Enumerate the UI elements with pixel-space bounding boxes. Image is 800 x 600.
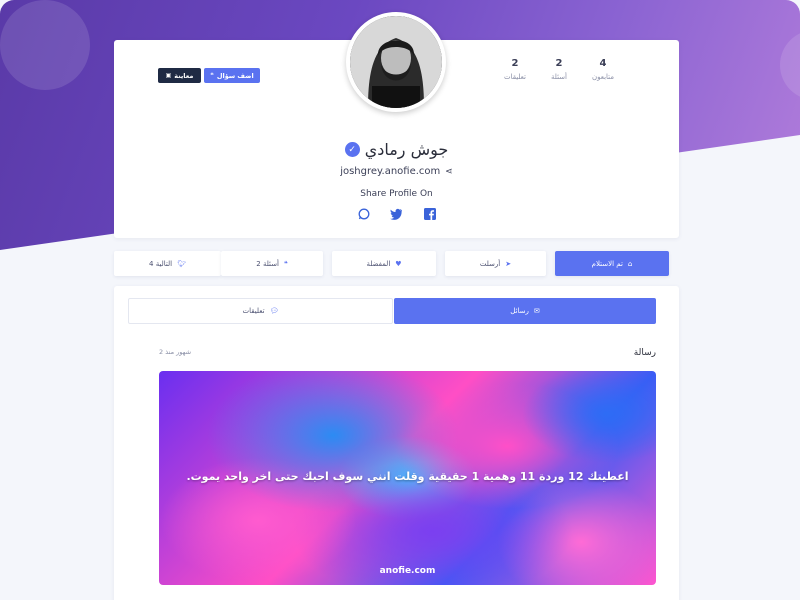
- stat-questions[interactable]: 2 أسئلة: [544, 58, 574, 81]
- stat-label: متابعون: [591, 73, 615, 81]
- twitter-icon: 🐦︎: [177, 259, 186, 268]
- tab-questions[interactable]: أسئلة 2 ❝: [221, 251, 323, 276]
- decorative-circle: [0, 0, 90, 90]
- heart-icon: ♥: [395, 259, 402, 268]
- tab-label: أرسلت: [479, 259, 501, 268]
- decorative-circle: [780, 30, 800, 100]
- ask-question-button[interactable]: ❝ اضف سؤال: [204, 68, 260, 83]
- quote-icon: ❝: [283, 259, 288, 268]
- profile-stats: 4 متابعون 2 أسئلة 2 تعليقات: [500, 58, 618, 81]
- stat-label: تعليقات: [503, 73, 527, 81]
- subtab-messages[interactable]: رسائل ✉: [394, 298, 656, 324]
- tab-following[interactable]: التالية 4 🐦︎: [114, 251, 221, 276]
- tab-sent[interactable]: أرسلت ➤: [445, 251, 546, 276]
- subtab-label: تعليقات: [242, 307, 265, 315]
- facebook-icon[interactable]: [423, 208, 436, 221]
- stat-value: 2: [555, 58, 563, 69]
- avatar: [346, 12, 446, 112]
- profile-name: جوش رمادي: [364, 140, 449, 159]
- stat-followers[interactable]: 4 متابعون: [588, 58, 618, 81]
- tab-favorites[interactable]: المفضلة ♥: [332, 251, 436, 276]
- preview-button-label: معاينة: [174, 71, 194, 80]
- avatar-photo: [350, 16, 442, 108]
- profile-name-row: ✓ جوش رمادي: [114, 140, 679, 159]
- tab-label: التالية 4: [149, 259, 173, 268]
- app-frame: ▣ معاينة ❝ اضف سؤال 4 متابعون 2 أسئلة 2 …: [0, 0, 800, 600]
- message-text: اعطيتك 12 وردة 11 وهمية 1 حقيقية وقلت ان…: [186, 470, 629, 483]
- message-brand: anofie.com: [379, 566, 436, 576]
- profile-website-row: joshgrey.anofie.com ⋖: [114, 166, 679, 177]
- tab-received[interactable]: تم الاستلام ⌂: [555, 251, 669, 276]
- twitter-icon[interactable]: [390, 208, 403, 221]
- preview-icon: ▣: [165, 72, 172, 79]
- quote-icon: ❝: [210, 72, 214, 79]
- envelope-icon: ✉: [533, 307, 540, 315]
- paper-plane-icon: ➤: [505, 259, 512, 268]
- inbox-icon: ⌂: [627, 259, 633, 268]
- stat-label: أسئلة: [551, 73, 567, 81]
- tab-label: تم الاستلام: [591, 259, 623, 268]
- verified-icon: ✓: [344, 142, 360, 157]
- whatsapp-icon[interactable]: [357, 208, 370, 221]
- preview-button[interactable]: ▣ معاينة: [158, 68, 201, 83]
- tab-label: المفضلة: [366, 259, 391, 268]
- share-icon[interactable]: ⋖: [445, 167, 453, 177]
- message-timestamp: 2 شهور منذ: [159, 348, 192, 356]
- stat-comments[interactable]: 2 تعليقات: [500, 58, 530, 81]
- comments-icon: 💬︎: [269, 307, 279, 315]
- stat-value: 2: [511, 58, 519, 69]
- stat-value: 4: [599, 58, 607, 69]
- tab-label: أسئلة 2: [256, 259, 279, 268]
- profile-website-link[interactable]: joshgrey.anofie.com: [340, 166, 440, 177]
- message-title: رسالة: [633, 348, 656, 358]
- subtab-label: رسائل: [510, 307, 529, 315]
- ask-question-label: اضف سؤال: [216, 71, 254, 80]
- share-profile-label: Share Profile On: [360, 189, 433, 199]
- subtab-comments[interactable]: تعليقات 💬︎: [128, 298, 393, 324]
- social-share-bar: [114, 208, 679, 221]
